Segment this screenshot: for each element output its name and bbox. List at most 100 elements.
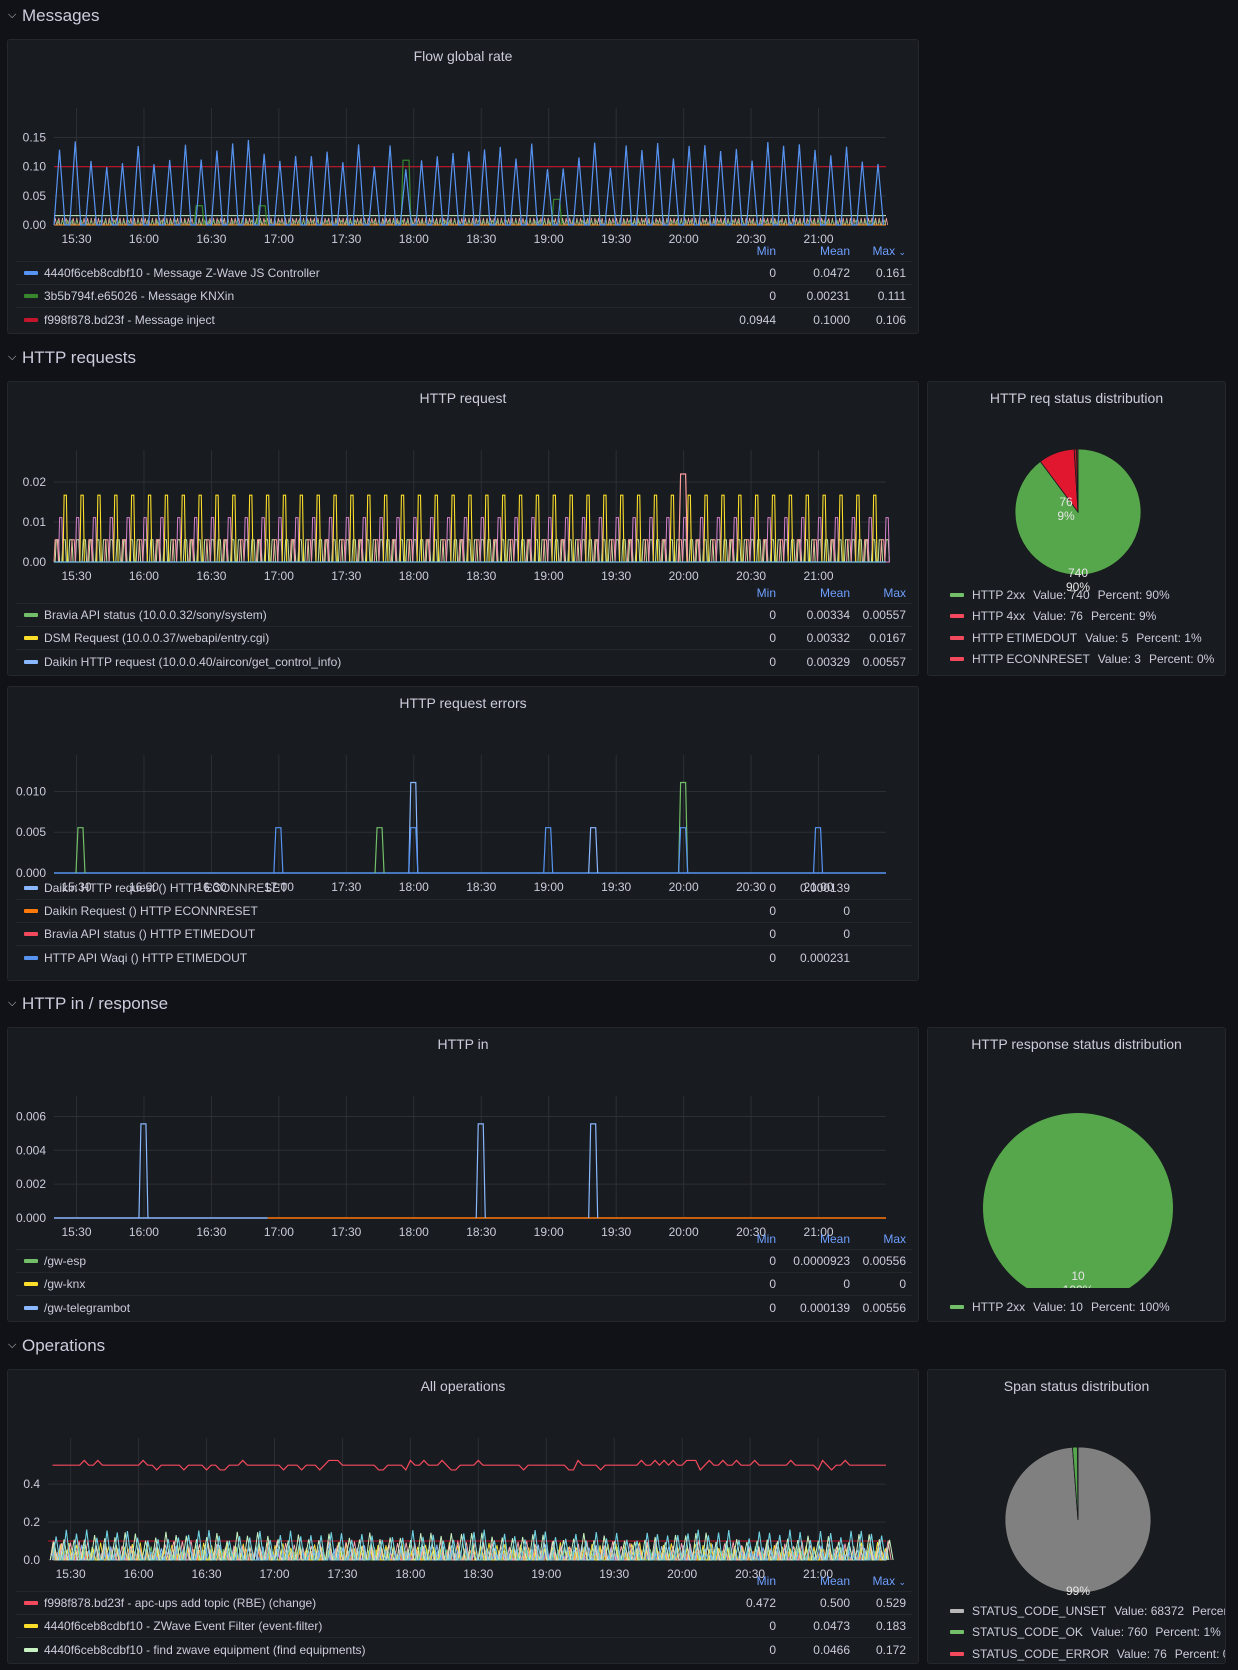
series-name[interactable]: /gw-telegrambot [44, 1301, 706, 1315]
pie-legend-row[interactable]: HTTP 4xx Value: 76 Percent: 9% [950, 606, 1225, 628]
series-color-swatch[interactable] [24, 1624, 38, 1628]
legend-row[interactable]: 4440f6ceb8cdbf10 - find zwave equipment … [16, 1638, 912, 1661]
series-color-swatch[interactable] [24, 909, 38, 913]
slice-name[interactable]: HTTP 2xx [972, 588, 1025, 602]
legend-row[interactable]: /gw-knx 0 0 0 [16, 1273, 912, 1296]
legend-row[interactable]: /gw-telegrambot 0 0.000139 0.00556 [16, 1296, 912, 1319]
pie-legend-row[interactable]: STATUS_CODE_ERROR Value: 76 Percent: 0% [950, 1643, 1225, 1663]
series-color-swatch[interactable] [24, 1282, 38, 1286]
series-color-swatch[interactable] [24, 294, 38, 298]
slice-percent: Percent: 99% [1192, 1603, 1225, 1618]
pie-legend-row[interactable]: STATUS_CODE_UNSET Value: 68372 Percent: 99… [950, 1600, 1225, 1622]
slice-name[interactable]: HTTP 4xx [972, 609, 1025, 623]
legend-col-max[interactable]: Max [850, 586, 912, 600]
legend-row[interactable]: DSM Request (10.0.0.37/webapi/entry.cgi)… [16, 627, 912, 650]
legend-row[interactable]: HTTP API Waqi () HTTP ETIMEDOUT 0 0.000231 [16, 946, 912, 969]
panel-title[interactable]: Flow global rate [8, 48, 918, 64]
series-color-swatch[interactable] [950, 1304, 964, 1309]
series-color-swatch[interactable] [24, 613, 38, 617]
pie-legend-row[interactable]: STATUS_CODE_OK Value: 760 Percent: 1% [950, 1622, 1225, 1644]
series-color-swatch[interactable] [24, 271, 38, 275]
series-name[interactable]: 3b5b794f.e65026 - Message KNXin [44, 289, 706, 303]
series-name[interactable]: 4440f6ceb8cdbf10 - Message Z-Wave JS Con… [44, 266, 706, 280]
series-name[interactable]: Bravia API status () HTTP ETIMEDOUT [44, 927, 706, 941]
series-color-swatch[interactable] [950, 614, 964, 619]
legend-row[interactable]: 4440f6ceb8cdbf10 - Message Z-Wave JS Con… [16, 262, 912, 285]
row-header-http-requests[interactable]: ⌵ HTTP requests [8, 346, 136, 370]
series-color-swatch[interactable] [950, 657, 964, 662]
panel-title[interactable]: HTTP request [8, 390, 918, 406]
legend-row[interactable]: 3b5b794f.e65026 - Message KNXin 0 0.00231 0… [16, 285, 912, 308]
series-name[interactable]: 4440f6ceb8cdbf10 - ZWave Event Filter (e… [44, 1619, 706, 1633]
row-header-operations[interactable]: ⌵ Operations [8, 1334, 105, 1358]
legend-col-max[interactable]: Max ⌄ [850, 244, 912, 258]
series-color-swatch[interactable] [24, 1647, 38, 1652]
legend-col-min[interactable]: Min [706, 586, 776, 600]
series-name[interactable]: Daikin HTTP request (10.0.0.40/aircon/ge… [44, 655, 706, 669]
series-color-swatch[interactable] [24, 1601, 38, 1605]
legend-row[interactable]: Bravia API status (10.0.0.32/sony/system… [16, 604, 912, 627]
series-color-swatch[interactable] [950, 1651, 964, 1656]
legend-col-min[interactable]: Min [706, 1574, 776, 1588]
legend-row[interactable]: Daikin HTTP request () HTTP ECONNRESET 0 0… [16, 877, 912, 900]
series-color-swatch[interactable] [24, 932, 38, 936]
legend-col-min[interactable]: Min [706, 1232, 776, 1246]
series-color-swatch[interactable] [950, 592, 964, 597]
panel-title[interactable]: Span status distribution [928, 1378, 1225, 1394]
series-color-swatch[interactable] [24, 636, 38, 640]
legend-row[interactable]: Daikin Request () HTTP ECONNRESET 0 0 [16, 900, 912, 923]
legend-row[interactable]: f998f878.bd23f - apc-ups add topic (RBE)… [16, 1592, 912, 1615]
legend-col-mean[interactable]: Mean [776, 586, 850, 600]
series-name[interactable]: f998f878.bd23f - apc-ups add topic (RBE)… [44, 1596, 706, 1610]
series-name[interactable]: DSM Request (10.0.0.37/webapi/entry.cgi) [44, 631, 706, 645]
series-color-swatch[interactable] [950, 635, 964, 640]
legend-row[interactable]: 4440f6ceb8cdbf10 - ZWave Event Filter (e… [16, 1615, 912, 1638]
series-name[interactable]: Bravia API status (10.0.0.32/sony/system… [44, 608, 706, 622]
series-name[interactable]: HTTP API Waqi () HTTP ETIMEDOUT [44, 951, 706, 965]
series-color-swatch[interactable] [24, 1305, 38, 1310]
slice-name[interactable]: STATUS_CODE_UNSET [972, 1604, 1106, 1618]
legend-row[interactable]: Bravia API status () HTTP ETIMEDOUT 0 0 [16, 923, 912, 946]
panel-title[interactable]: HTTP req status distribution [928, 390, 1225, 406]
series-name[interactable]: Daikin Request () HTTP ECONNRESET [44, 904, 706, 918]
panel-title[interactable]: HTTP response status distribution [928, 1036, 1225, 1052]
series-name[interactable]: f998f878.bd23f - Message inject [44, 313, 706, 327]
legend-row[interactable]: Daikin HTTP request (10.0.0.40/aircon/ge… [16, 650, 912, 673]
legend-col-mean[interactable]: Mean [776, 1232, 850, 1246]
slice-name[interactable]: HTTP ETIMEDOUT [972, 631, 1077, 645]
slice-name[interactable]: HTTP 2xx [972, 1300, 1025, 1314]
pie-legend-row[interactable]: HTTP 2xx Value: 740 Percent: 90% [950, 584, 1225, 606]
panel-title[interactable]: HTTP in [8, 1036, 918, 1052]
row-header-http-in-response[interactable]: ⌵ HTTP in / response [8, 992, 168, 1016]
series-name[interactable]: 4440f6ceb8cdbf10 - find zwave equipment … [44, 1643, 706, 1657]
series-color-swatch[interactable] [950, 1608, 964, 1613]
slice-name[interactable]: STATUS_CODE_ERROR [972, 1647, 1109, 1661]
series-color-swatch[interactable] [24, 886, 38, 890]
row-header-messages[interactable]: ⌵ Messages [8, 4, 99, 28]
slice-name[interactable]: HTTP ECONNRESET [972, 652, 1090, 666]
legend-col-max[interactable]: Max ⌄ [850, 1574, 912, 1588]
series-name[interactable]: /gw-knx [44, 1277, 706, 1291]
series-color-swatch[interactable] [24, 317, 38, 322]
legend-col-min[interactable]: Min [706, 244, 776, 258]
legend-header: Min Mean Max ⌄ [16, 1570, 912, 1592]
series-name[interactable]: Daikin HTTP request () HTTP ECONNRESET [44, 881, 706, 895]
panel-title[interactable]: All operations [8, 1378, 918, 1394]
legend-row[interactable]: f998f878.bd23f - Message inject 0.0944 0.1… [16, 308, 912, 331]
legend-col-mean[interactable]: Mean [776, 1574, 850, 1588]
series-color-swatch[interactable] [950, 1630, 964, 1635]
series-name[interactable]: /gw-esp [44, 1254, 706, 1268]
x-tick-label: 20:30 [736, 569, 766, 583]
slice-name[interactable]: STATUS_CODE_OK [972, 1625, 1083, 1639]
series-color-swatch[interactable] [24, 1259, 38, 1263]
pie-legend-row[interactable]: HTTP ECONNRESET Value: 3 Percent: 0% [950, 649, 1225, 671]
pie-legend-row[interactable]: HTTP ETIMEDOUT Value: 5 Percent: 1% [950, 627, 1225, 649]
panel-title[interactable]: HTTP request errors [8, 695, 918, 711]
pie-legend-row[interactable]: HTTP 2xx Value: 10 Percent: 100% [950, 1296, 1225, 1318]
legend-col-max[interactable]: Max [850, 1232, 912, 1246]
series-color-swatch[interactable] [24, 659, 38, 664]
y-tick-label: 0.005 [16, 825, 46, 839]
series-color-swatch[interactable] [24, 955, 38, 960]
legend-col-mean[interactable]: Mean [776, 244, 850, 258]
legend-row[interactable]: /gw-esp 0 0.0000923 0.00556 [16, 1250, 912, 1273]
